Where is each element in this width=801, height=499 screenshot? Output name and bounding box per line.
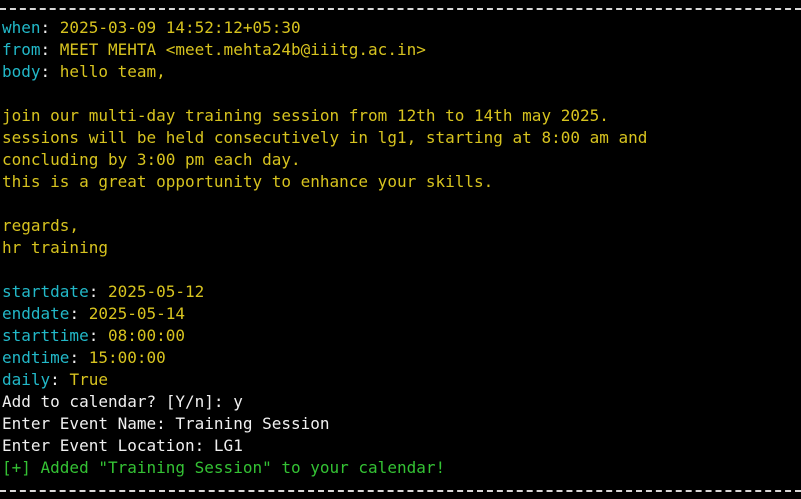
body-line-4: concluding by 3:00 pm each day.: [2, 150, 301, 169]
startdate-key: startdate: [2, 282, 89, 301]
from-line: from: MEET MEHTA <meet.mehta24b@iiitg.ac…: [2, 40, 426, 59]
endtime-value: 15:00:00: [88, 348, 166, 367]
body-key: body: [2, 62, 41, 81]
from-key: from: [2, 40, 41, 59]
success-message: [+] Added "Training Session" to your cal…: [2, 458, 446, 477]
body-line-8: hr training: [2, 238, 108, 257]
add-calendar-prompt-line[interactable]: Add to calendar? [Y/n]: y: [2, 391, 243, 413]
daily-line: daily: True: [2, 370, 108, 389]
endtime-key: endtime: [2, 348, 70, 367]
from-value: MEET MEHTA <meet.mehta24b@iiitg.ac.in>: [59, 40, 426, 59]
separator-bottom: [0, 490, 801, 492]
when-key: when: [2, 18, 41, 37]
when-line: when: 2025-03-09 14:52:12+05:30: [2, 18, 301, 37]
event-name-answer: Training Session: [175, 414, 330, 433]
body-line-2: join our multi-day training session from…: [2, 106, 609, 125]
enddate-value: 2025-05-14: [88, 304, 186, 323]
starttime-line: starttime: 08:00:00: [2, 326, 186, 345]
starttime-key: starttime: [2, 326, 89, 345]
event-name-prompt: Enter Event Name:: [2, 414, 176, 433]
event-name-prompt-line[interactable]: Enter Event Name: Training Session: [2, 413, 330, 435]
body-line-0: hello team,: [59, 62, 166, 81]
event-location-prompt-line[interactable]: Enter Event Location: LG1: [2, 435, 243, 457]
add-calendar-prompt: Add to calendar? [Y/n]:: [2, 392, 234, 411]
add-calendar-answer: y: [233, 392, 243, 411]
body-line-3: sessions will be held consecutively in l…: [2, 128, 648, 147]
starttime-value: 08:00:00: [107, 326, 186, 345]
terminal-window[interactable]: when: 2025-03-09 14:52:12+05:30 from: ME…: [0, 0, 801, 499]
endtime-line: endtime: 15:00:00: [2, 348, 166, 367]
daily-key: daily: [2, 370, 51, 389]
enddate-line: enddate: 2025-05-14: [2, 304, 186, 323]
enddate-key: enddate: [2, 304, 70, 323]
daily-value: True: [69, 370, 108, 389]
event-location-prompt: Enter Event Location:: [2, 436, 214, 455]
startdate-line: startdate: 2025-05-12: [2, 282, 205, 301]
when-value: 2025-03-09 14:52:12+05:30: [59, 18, 301, 37]
event-location-answer: LG1: [213, 436, 243, 455]
body-line-5: this is a great opportunity to enhance y…: [2, 172, 494, 191]
startdate-value: 2025-05-12: [107, 282, 205, 301]
body-line: body: hello team,: [2, 62, 166, 81]
separator-top: [0, 8, 801, 10]
body-line-7: regards,: [2, 216, 80, 235]
